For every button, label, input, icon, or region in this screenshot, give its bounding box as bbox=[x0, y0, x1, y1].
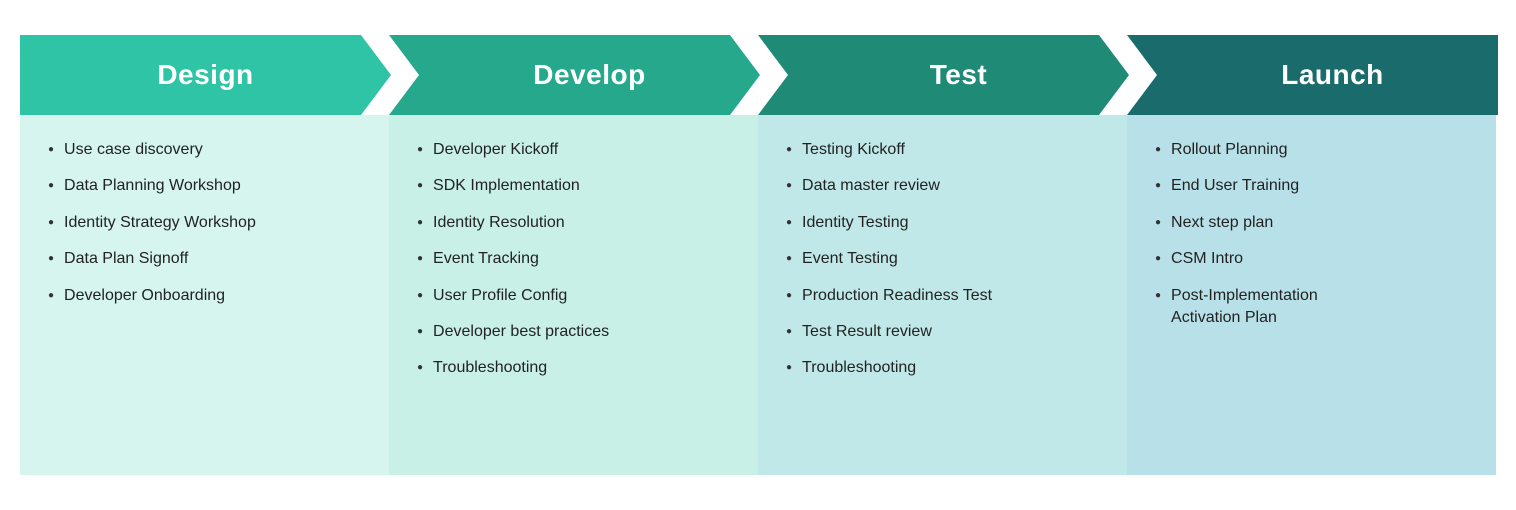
list-design: Use case discovery Data Planning Workshop… bbox=[48, 139, 369, 307]
list-item: Event Tracking bbox=[417, 248, 738, 270]
list-item: Data Plan Signoff bbox=[48, 248, 369, 270]
list-item: CSM Intro bbox=[1155, 248, 1476, 270]
list-item: Test Result review bbox=[786, 321, 1107, 343]
list-item: Data master review bbox=[786, 175, 1107, 197]
list-launch: Rollout Planning End User Training Next st… bbox=[1155, 139, 1476, 329]
content-test: Testing Kickoff Data master review Identit… bbox=[758, 115, 1127, 475]
header-label-design: Design bbox=[157, 59, 253, 91]
list-item: Next step plan bbox=[1155, 212, 1476, 234]
list-develop: Developer Kickoff SDK Implementation Ident… bbox=[417, 139, 738, 380]
list-item: SDK Implementation bbox=[417, 175, 738, 197]
list-item: Troubleshooting bbox=[786, 357, 1107, 379]
list-item: Identity Testing bbox=[786, 212, 1107, 234]
list-item: Data Planning Workshop bbox=[48, 175, 369, 197]
content-launch: Rollout Planning End User Training Next st… bbox=[1127, 115, 1496, 475]
list-item: Rollout Planning bbox=[1155, 139, 1476, 161]
header-label-launch: Launch bbox=[1241, 59, 1384, 91]
content-design: Use case discovery Data Planning Workshop… bbox=[20, 115, 389, 475]
list-item: Use case discovery bbox=[48, 139, 369, 161]
pipeline-container: Design Develop Test Launch Use case discove… bbox=[20, 35, 1496, 475]
list-item: End User Training bbox=[1155, 175, 1476, 197]
header-launch: Launch bbox=[1127, 35, 1498, 115]
list-item: Developer Kickoff bbox=[417, 139, 738, 161]
header-design: Design bbox=[20, 35, 391, 115]
header-develop: Develop bbox=[389, 35, 760, 115]
headers-row: Design Develop Test Launch bbox=[20, 35, 1496, 115]
list-item: Production Readiness Test bbox=[786, 285, 1107, 307]
list-item: Developer best practices bbox=[417, 321, 738, 343]
list-test: Testing Kickoff Data master review Identit… bbox=[786, 139, 1107, 380]
header-label-develop: Develop bbox=[503, 59, 645, 91]
header-label-test: Test bbox=[900, 59, 988, 91]
list-item: Troubleshooting bbox=[417, 357, 738, 379]
list-item: Post-ImplementationActivation Plan bbox=[1155, 285, 1476, 330]
list-item: Testing Kickoff bbox=[786, 139, 1107, 161]
list-item: Identity Strategy Workshop bbox=[48, 212, 369, 234]
content-row: Use case discovery Data Planning Workshop… bbox=[20, 115, 1496, 475]
list-item: User Profile Config bbox=[417, 285, 738, 307]
content-develop: Developer Kickoff SDK Implementation Ident… bbox=[389, 115, 758, 475]
list-item: Developer Onboarding bbox=[48, 285, 369, 307]
list-item: Identity Resolution bbox=[417, 212, 738, 234]
header-test: Test bbox=[758, 35, 1129, 115]
list-item: Event Testing bbox=[786, 248, 1107, 270]
